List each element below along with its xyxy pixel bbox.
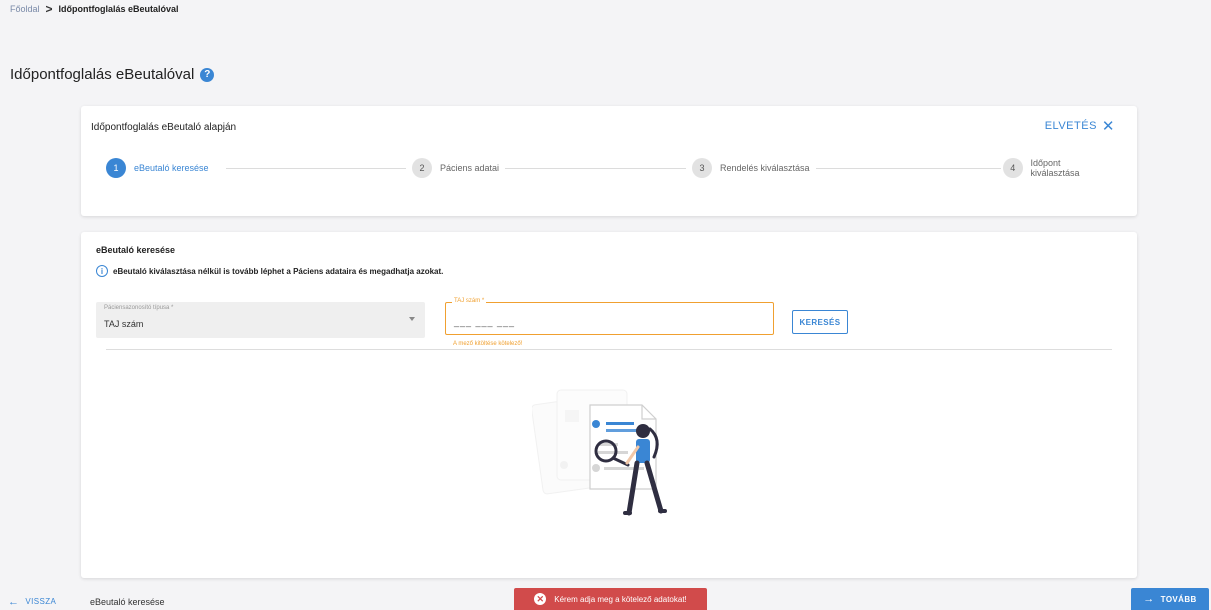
- breadcrumb: Főoldal > Időpontfoglalás eBeutalóval: [10, 1, 179, 16]
- step-label: Időpont kiválasztása: [1030, 158, 1080, 178]
- error-circle-icon[interactable]: ✕: [534, 593, 547, 605]
- back-label: VISSZA: [25, 597, 57, 606]
- page-title-text: Időpontfoglalás eBeutalóval: [10, 66, 195, 83]
- step-number: 3: [692, 158, 712, 178]
- step-4[interactable]: 4 Időpont kiválasztása: [1003, 158, 1116, 178]
- discard-label: ELVETÉS: [1044, 120, 1097, 132]
- divider: [106, 349, 1112, 350]
- error-toast: ✕ Kérem adja meg a kötelező adatokat!: [514, 588, 707, 610]
- dropdown-arrow-icon: [409, 317, 415, 321]
- info-icon: i: [96, 265, 108, 277]
- step-3[interactable]: 3 Rendelés kiválasztása: [692, 158, 816, 178]
- breadcrumb-current: Időpontfoglalás eBeutalóval: [58, 4, 179, 14]
- id-type-label: Páciensazonosító típusa *: [104, 305, 174, 311]
- taj-error-message: A mező kitöltése kötelező!: [453, 341, 523, 347]
- step-label: Rendelés kiválasztása: [720, 163, 810, 173]
- toast-message: Kérem adja meg a kötelező adatokat!: [554, 594, 687, 604]
- next-button[interactable]: → TOVÁBB: [1131, 588, 1209, 610]
- bottom-action-bar: ← VISSZA eBeutaló keresése ✕ Kérem adja …: [0, 588, 1211, 610]
- question-circle-icon[interactable]: ?: [200, 67, 215, 82]
- search-card: eBeutaló keresése i eBeutaló kiválasztás…: [81, 232, 1137, 578]
- search-section-title: eBeutaló keresése: [96, 245, 176, 255]
- info-text: eBeutaló kiválasztása nélkül is tovább l…: [113, 266, 444, 276]
- page-title: Időpontfoglalás eBeutalóval ?: [10, 66, 215, 83]
- id-type-select[interactable]: Páciensazonosító típusa * TAJ szám: [96, 302, 425, 338]
- step-1[interactable]: 1 eBeutaló keresése: [106, 158, 215, 178]
- step-number: 2: [412, 158, 432, 178]
- step-2[interactable]: 2 Páciens adatai: [412, 158, 506, 178]
- chevron-right-icon: >: [45, 1, 53, 16]
- step-connector: [501, 168, 686, 169]
- arrow-left-icon: ←: [8, 595, 20, 608]
- next-label: TOVÁBB: [1160, 594, 1197, 604]
- current-step-name: eBeutaló keresése: [90, 597, 165, 607]
- step-connector: [226, 168, 406, 169]
- arrow-right-icon: →: [1143, 593, 1155, 605]
- empty-state-illustration: [532, 389, 667, 516]
- taj-input-mask: ___ ___ ___: [454, 317, 516, 327]
- taj-number-label: TAJ szám *: [452, 298, 487, 304]
- step-connector: [811, 168, 1001, 169]
- step-label: eBeutaló keresése: [134, 163, 209, 173]
- taj-number-input[interactable]: TAJ szám * ___ ___ ___: [445, 298, 774, 335]
- search-button[interactable]: KERESÉS: [792, 310, 848, 334]
- stepper-title: Időpontfoglalás eBeutaló alapján: [91, 122, 237, 133]
- close-icon: ✕: [1101, 117, 1115, 135]
- discard-button[interactable]: ELVETÉS ✕: [1044, 117, 1115, 135]
- step-number: 4: [1003, 158, 1023, 178]
- stepper: 1 eBeutaló keresése 2 Páciens adatai 3 R…: [106, 158, 1116, 184]
- breadcrumb-home-link[interactable]: Főoldal: [10, 4, 40, 14]
- stepper-card: Időpontfoglalás eBeutaló alapján ELVETÉS…: [81, 106, 1137, 216]
- back-button[interactable]: ← VISSZA: [8, 595, 57, 608]
- id-type-value: TAJ szám: [104, 319, 144, 329]
- step-label: Páciens adatai: [440, 163, 500, 173]
- step-number: 1: [106, 158, 126, 178]
- info-message: i eBeutaló kiválasztása nélkül is tovább…: [96, 265, 443, 277]
